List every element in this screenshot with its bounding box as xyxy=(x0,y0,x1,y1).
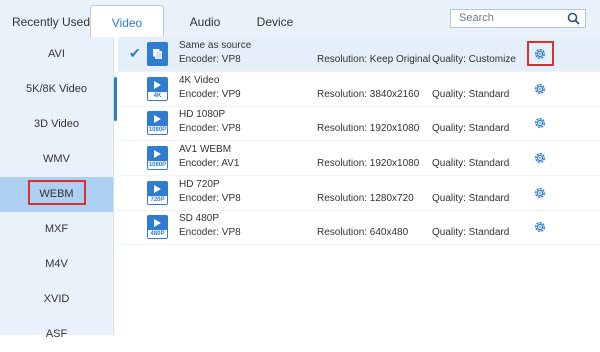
format-encoder: Encoder: VP8 xyxy=(179,123,241,134)
gear-icon[interactable] xyxy=(533,47,547,61)
search-icon[interactable] xyxy=(567,12,580,25)
category-5k8k-video[interactable]: 5K/8K Video xyxy=(0,72,113,107)
search-input[interactable]: Search xyxy=(450,9,586,28)
format-encoder: Encoder: VP8 xyxy=(179,227,241,238)
tab-device[interactable]: Device xyxy=(245,0,305,37)
tab-video[interactable]: Video xyxy=(90,5,164,38)
format-name: 4K Video xyxy=(179,75,220,86)
format-quality: Quality: Standard xyxy=(432,158,510,169)
format-badge: 4K xyxy=(148,92,167,100)
format-resolution: Resolution: 1280x720 xyxy=(317,193,414,204)
gear-icon[interactable] xyxy=(533,116,547,130)
category-xvid[interactable]: XVID xyxy=(0,282,113,317)
format-quality: Quality: Customize xyxy=(432,54,516,65)
format-resolution: Resolution: 640x480 xyxy=(317,227,409,238)
format-badge: 1080P xyxy=(148,161,167,169)
format-resolution: Resolution: 3840x2160 xyxy=(317,89,420,100)
category-wmv[interactable]: WMV xyxy=(0,142,113,177)
video-format-icon: 720P xyxy=(147,181,168,205)
source-file-icon xyxy=(147,42,168,66)
format-resolution: Resolution: Keep Original xyxy=(317,54,431,65)
video-format-icon: 1080P xyxy=(147,146,168,170)
format-encoder: Encoder: VP9 xyxy=(179,89,241,100)
category-webm[interactable]: WEBM xyxy=(0,177,113,212)
format-badge: 720P xyxy=(148,196,167,204)
category-mxf[interactable]: MXF xyxy=(0,212,113,247)
category-sidebar: AVI 5K/8K Video 3D Video WMV WEBM MXF M4… xyxy=(0,37,114,340)
format-encoder: Encoder: VP8 xyxy=(179,193,241,204)
format-resolution: Resolution: 1920x1080 xyxy=(317,123,420,134)
format-row-hd-720p[interactable]: 720P HD 720P Encoder: VP8 Resolution: 12… xyxy=(118,176,600,211)
format-name: HD 720P xyxy=(179,179,220,190)
tab-recently-used[interactable]: Recently Used xyxy=(0,0,102,37)
tab-audio[interactable]: Audio xyxy=(175,0,235,37)
format-row-sd-480p[interactable]: 480P SD 480P Encoder: VP8 Resolution: 64… xyxy=(118,210,600,245)
gear-icon[interactable] xyxy=(533,82,547,96)
format-badge: 1080P xyxy=(148,126,167,134)
category-avi[interactable]: AVI xyxy=(0,37,113,72)
category-scrollbar[interactable] xyxy=(114,77,117,121)
format-encoder: Encoder: VP8 xyxy=(179,54,241,65)
format-quality: Quality: Standard xyxy=(432,89,510,100)
check-icon: ✔ xyxy=(129,45,141,61)
format-row-hd-1080p[interactable]: 1080P HD 1080P Encoder: VP8 Resolution: … xyxy=(118,106,600,141)
category-3d-video[interactable]: 3D Video xyxy=(0,107,113,142)
video-format-icon: 480P xyxy=(147,215,168,239)
format-encoder: Encoder: AV1 xyxy=(179,158,240,169)
video-format-icon: 4K xyxy=(147,77,168,101)
format-badge: 480P xyxy=(148,230,167,238)
format-tab-bar: Recently Used Video Audio Device Search xyxy=(0,0,600,38)
format-quality: Quality: Standard xyxy=(432,227,510,238)
format-row-4k-video[interactable]: 4K 4K Video Encoder: VP9 Resolution: 384… xyxy=(118,72,600,107)
format-name: HD 1080P xyxy=(179,109,226,120)
format-name: AV1 WEBM xyxy=(179,144,232,155)
format-resolution: Resolution: 1920x1080 xyxy=(317,158,420,169)
gear-icon[interactable] xyxy=(533,151,547,165)
search-placeholder: Search xyxy=(459,12,494,24)
format-row-av1-webm[interactable]: 1080P AV1 WEBM Encoder: AV1 Resolution: … xyxy=(118,141,600,176)
format-name: Same as source xyxy=(179,40,252,51)
format-quality: Quality: Standard xyxy=(432,123,510,134)
format-name: SD 480P xyxy=(179,213,220,224)
video-format-icon: 1080P xyxy=(147,111,168,135)
gear-icon[interactable] xyxy=(533,220,547,234)
category-m4v[interactable]: M4V xyxy=(0,247,113,282)
format-quality: Quality: Standard xyxy=(432,193,510,204)
format-list: ✔ Same as source Encoder: VP8 Resolution… xyxy=(118,37,600,335)
gear-icon[interactable] xyxy=(533,186,547,200)
format-row-same-as-source[interactable]: ✔ Same as source Encoder: VP8 Resolution… xyxy=(118,37,600,72)
